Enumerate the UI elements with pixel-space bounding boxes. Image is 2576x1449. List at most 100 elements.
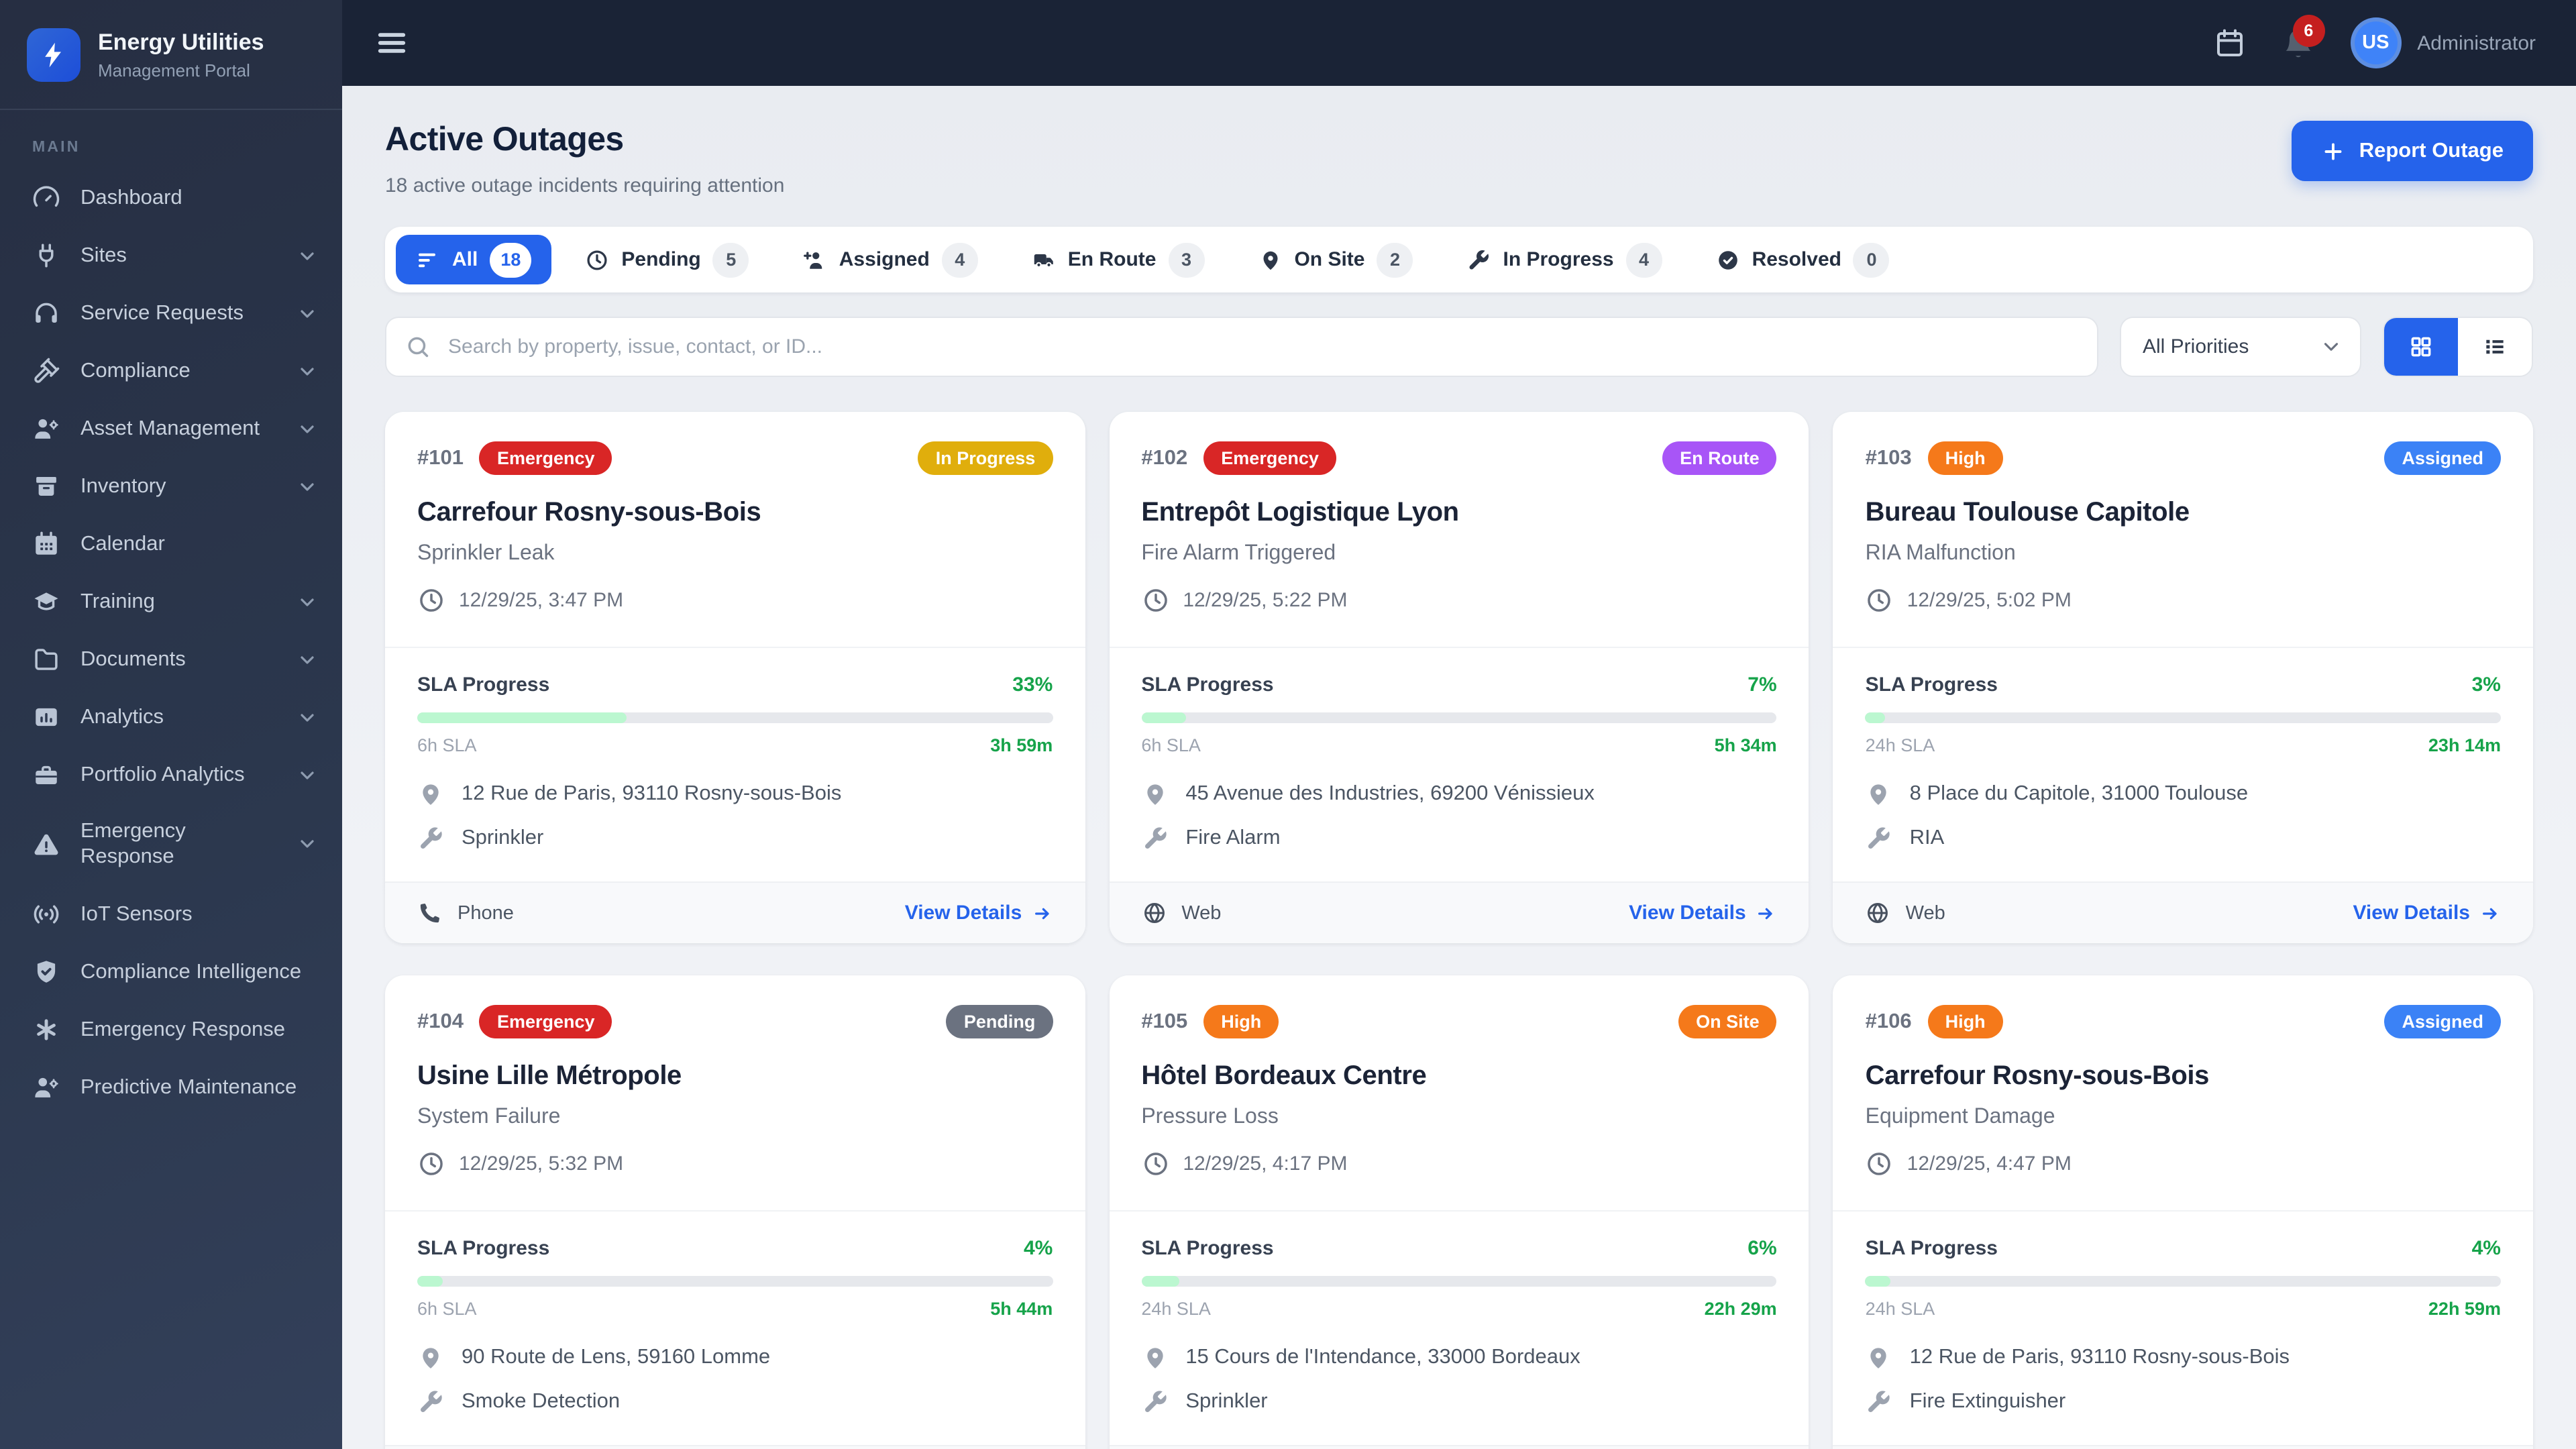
sidebar-item-dashboard[interactable]: Dashboard bbox=[0, 169, 342, 227]
tab-assigned[interactable]: Assigned 4 bbox=[783, 235, 998, 284]
plug-icon bbox=[32, 241, 60, 270]
contact-method: Web bbox=[1181, 902, 1222, 924]
equipment: Fire Extinguisher bbox=[1909, 1390, 2066, 1413]
sidebar-item-training[interactable]: Training bbox=[0, 573, 342, 631]
sidebar-item-emergency-response-2[interactable]: Emergency Response bbox=[0, 1001, 342, 1059]
sla-percent: 33% bbox=[1012, 674, 1053, 696]
list-icon bbox=[2486, 339, 2504, 354]
calendar-icon bbox=[32, 530, 60, 558]
priority-badge: Emergency bbox=[479, 441, 612, 475]
sla-progress-bar bbox=[1141, 1276, 1777, 1287]
notifications-bell-icon[interactable]: 6 bbox=[2280, 15, 2325, 60]
chevron-down-icon bbox=[2324, 343, 2339, 351]
grid-view-button[interactable] bbox=[2384, 318, 2458, 376]
sidebar-item-asset-management[interactable]: Asset Management bbox=[0, 400, 342, 458]
tab-resolved[interactable]: Resolved 0 bbox=[1696, 235, 1910, 284]
bar-chart-icon bbox=[32, 703, 60, 731]
user-menu[interactable]: US Administrator bbox=[2350, 17, 2536, 68]
gauge-icon bbox=[32, 184, 60, 212]
tab-count-badge: 2 bbox=[1377, 242, 1413, 277]
chevron-down-icon bbox=[297, 706, 318, 728]
sidebar-item-inventory[interactable]: Inventory bbox=[0, 458, 342, 515]
issue-label: Equipment Damage bbox=[1865, 1106, 2055, 1128]
view-details-link[interactable]: View Details bbox=[2353, 902, 2501, 924]
sidebar-item-calendar[interactable]: Calendar bbox=[0, 515, 342, 573]
sla-progress-bar bbox=[417, 1276, 1053, 1287]
sidebar-item-documents[interactable]: Documents bbox=[0, 631, 342, 688]
priority-badge: Emergency bbox=[479, 1005, 612, 1038]
address: 15 Cours de l'Intendance, 33000 Bordeaux bbox=[1185, 1346, 1580, 1368]
sidebar-item-sites[interactable]: Sites bbox=[0, 227, 342, 284]
tab-en-route[interactable]: En Route 3 bbox=[1012, 235, 1225, 284]
chevron-down-icon bbox=[297, 303, 318, 324]
list-view-button[interactable] bbox=[2458, 318, 2532, 376]
sidebar-item-label: Compliance bbox=[80, 359, 191, 382]
folder-icon bbox=[32, 645, 60, 674]
asterisk-icon bbox=[32, 1016, 60, 1044]
clock-icon bbox=[1868, 589, 1891, 612]
equipment: Smoke Detection bbox=[462, 1390, 621, 1413]
address: 45 Avenue des Industries, 69200 Vénissie… bbox=[1185, 782, 1595, 805]
sla-label: SLA Progress bbox=[417, 1237, 550, 1260]
sla-label: SLA Progress bbox=[417, 674, 550, 696]
chevron-down-icon bbox=[297, 764, 318, 786]
sidebar-item-label: Asset Management bbox=[80, 417, 260, 440]
sla-progress-bar bbox=[1141, 712, 1777, 723]
address: 12 Rue de Paris, 93110 Rosny-sous-Bois bbox=[462, 782, 842, 805]
menu-icon[interactable] bbox=[374, 25, 409, 60]
brand-title: Energy Utilities bbox=[98, 30, 264, 56]
sidebar-item-service-requests[interactable]: Service Requests bbox=[0, 284, 342, 342]
sla-percent: 4% bbox=[2471, 1237, 2501, 1260]
tab-pending[interactable]: Pending 5 bbox=[565, 235, 769, 284]
sidebar-item-iot-sensors[interactable]: IoT Sensors bbox=[0, 885, 342, 943]
clock-icon bbox=[1144, 589, 1167, 612]
arrow-right-icon bbox=[2483, 907, 2497, 919]
equipment: Sprinkler bbox=[462, 826, 544, 849]
property-name: Carrefour Rosny-sous-Bois bbox=[1865, 1061, 2210, 1091]
radio-waves-icon bbox=[32, 900, 60, 928]
outage-card: #104 Emergency Pending Usine Lille Métro… bbox=[385, 975, 1085, 1449]
outage-card: #101 Emergency In Progress Carrefour Ros… bbox=[385, 412, 1085, 943]
view-details-link[interactable]: View Details bbox=[905, 902, 1053, 924]
outage-cards-grid: #101 Emergency In Progress Carrefour Ros… bbox=[385, 412, 2533, 1449]
report-outage-button[interactable]: Report Outage bbox=[2292, 121, 2533, 181]
reported-time: 12/29/25, 3:47 PM bbox=[459, 589, 624, 612]
tab-in-progress[interactable]: In Progress 4 bbox=[1447, 235, 1682, 284]
sidebar-item-emergency-response[interactable]: Emergency Response bbox=[0, 804, 342, 885]
sidebar-item-analytics[interactable]: Analytics bbox=[0, 688, 342, 746]
priority-filter-select[interactable]: All Priorities bbox=[2120, 317, 2361, 377]
chevron-down-icon bbox=[297, 591, 318, 612]
sidebar-item-label: Emergency Response bbox=[80, 1018, 285, 1041]
sidebar-item-label: Training bbox=[80, 590, 155, 613]
topbar: 6 US Administrator bbox=[342, 0, 2576, 86]
wrench-icon bbox=[1868, 1391, 1890, 1413]
sla-remaining: 22h 29m bbox=[1704, 1299, 1777, 1319]
sidebar-item-label: Portfolio Analytics bbox=[80, 763, 245, 786]
calendar-icon[interactable] bbox=[2213, 27, 2245, 59]
phone-icon bbox=[420, 904, 439, 923]
search-box bbox=[385, 317, 2098, 377]
sidebar-item-label: Service Requests bbox=[80, 301, 244, 325]
tab-on-site[interactable]: On Site 2 bbox=[1238, 235, 1433, 284]
reported-time: 12/29/25, 5:02 PM bbox=[1907, 589, 2072, 612]
headset-icon bbox=[32, 299, 60, 327]
tab-count-badge: 18 bbox=[490, 242, 532, 277]
tab-all[interactable]: All 18 bbox=[396, 235, 552, 284]
sidebar-item-portfolio-analytics[interactable]: Portfolio Analytics bbox=[0, 746, 342, 804]
view-details-link[interactable]: View Details bbox=[1629, 902, 1777, 924]
warning-triangle-icon bbox=[32, 830, 60, 859]
sidebar-item-compliance[interactable]: Compliance bbox=[0, 342, 342, 400]
sidebar-item-predictive-maintenance[interactable]: Predictive Maintenance bbox=[0, 1059, 342, 1116]
map-pin-icon bbox=[1870, 784, 1887, 805]
chevron-down-icon bbox=[297, 649, 318, 670]
tab-count-badge: 4 bbox=[1625, 242, 1662, 277]
priority-badge: Emergency bbox=[1203, 441, 1336, 475]
contact-method: Phone bbox=[458, 902, 514, 924]
sla-remaining: 23h 14m bbox=[2428, 735, 2501, 755]
reported-time: 12/29/25, 4:17 PM bbox=[1183, 1152, 1348, 1175]
search-input[interactable] bbox=[385, 317, 2098, 377]
sidebar-item-compliance-intelligence[interactable]: Compliance Intelligence bbox=[0, 943, 342, 1001]
gavel-icon bbox=[32, 357, 60, 385]
sla-percent: 6% bbox=[1748, 1237, 1777, 1260]
property-name: Hôtel Bordeaux Centre bbox=[1141, 1061, 1427, 1091]
